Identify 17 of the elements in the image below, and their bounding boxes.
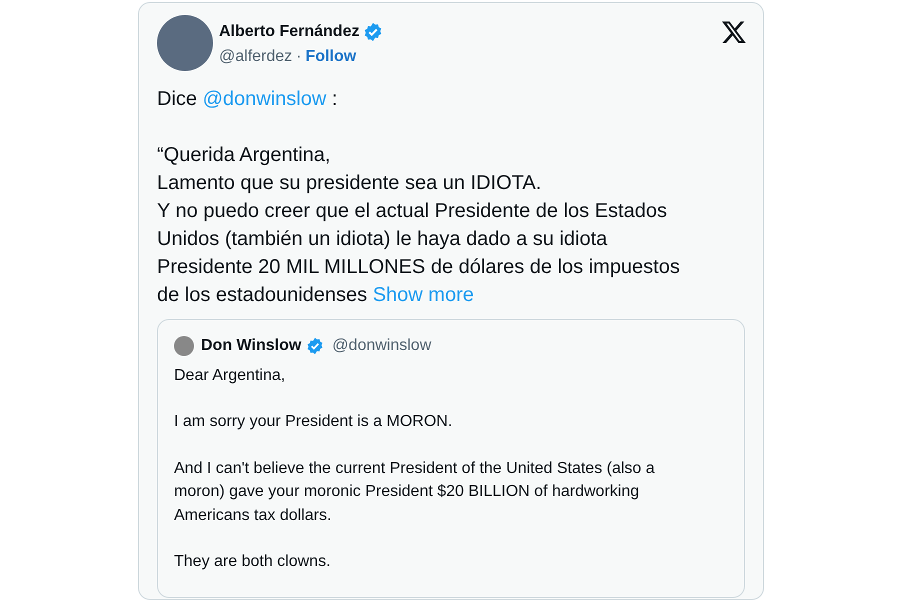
follow-link[interactable]: Follow [306, 48, 356, 66]
author-name: Alberto Fernández [219, 23, 360, 41]
separator-dot: · [296, 48, 302, 66]
avatar-photo-placeholder [174, 336, 194, 356]
text-link[interactable]: @donwinslow [202, 88, 326, 110]
quoted-tweet-text: They are both clowns. [174, 552, 332, 572]
quoted-tweet-text: And I can't believe the current President of the United States (also a moron) gave your moronic President $20 BILLION of hardworking Americans tax dollars. [174, 458, 656, 526]
quoted-tweet-text: I am sorry your President is a MORON. [174, 412, 454, 432]
author-handle: @alferdez [219, 48, 292, 66]
quoted-tweet-card[interactable] [157, 319, 745, 598]
quoted-tweet-text: Dear Argentina, [174, 366, 286, 386]
x-logo-icon[interactable] [721, 19, 747, 45]
tweet-text: Dice @donwinslow : [157, 87, 338, 112]
quoted-author-handle: @donwinslow [332, 336, 432, 356]
quoted-author-name: Don Winslow [201, 336, 302, 356]
text-link[interactable]: Show more [372, 284, 474, 306]
tweet-text: “Querida Argentina, Lamento que su presidente sea un IDIOTA. Y no puedo creer que el actual Presidente de los Estados Unidos (también un idiota) le haya dado a su idiota Presidente 20 MIL MILLONES de dólares de los impuestos de los estadounidenses Show more [157, 143, 681, 308]
